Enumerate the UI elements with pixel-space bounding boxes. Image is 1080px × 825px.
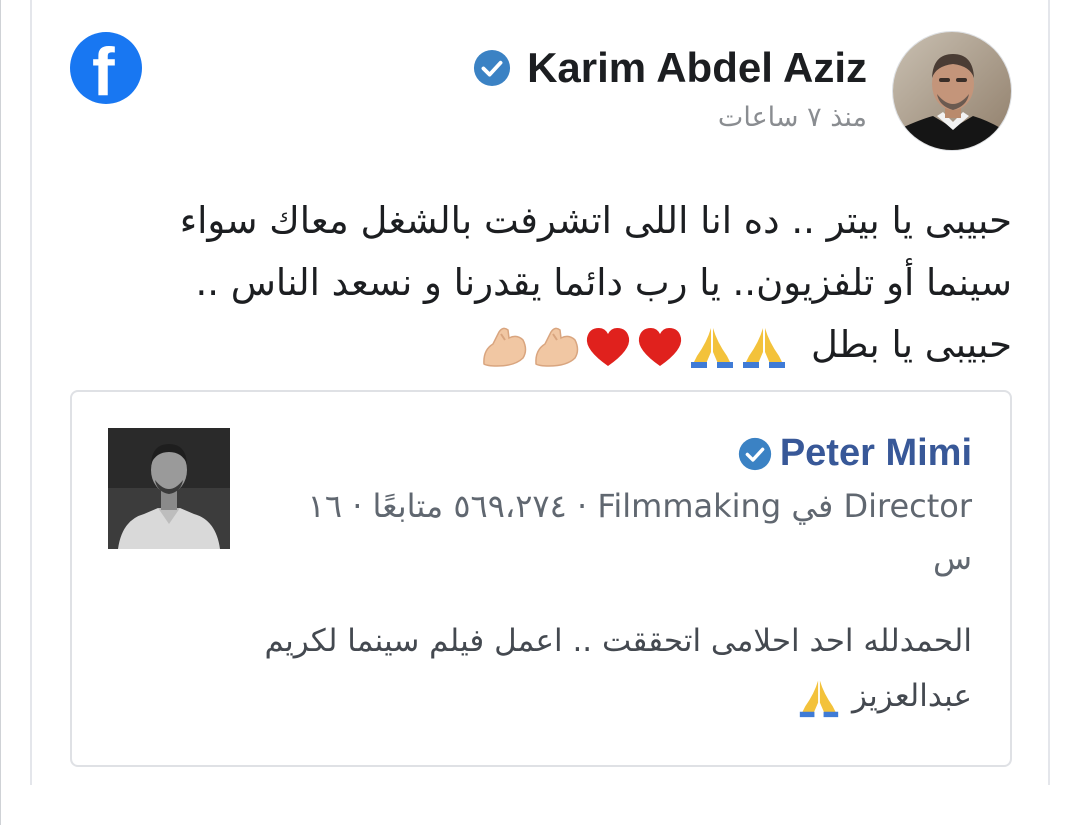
- shared-author-avatar[interactable]: [108, 428, 230, 549]
- post-line: سينما أو تلفزيون.. يا رب دائما يقدرنا و …: [195, 261, 1012, 304]
- facebook-logo-icon: f: [70, 32, 142, 104]
- author-header: Karim Abdel Aziz: [473, 40, 867, 96]
- red-heart-icon: [587, 327, 630, 366]
- shared-author-name[interactable]: Peter Mimi: [780, 432, 972, 475]
- verified-badge-icon: [474, 49, 511, 87]
- shared-post-body: الحمدلله احد احلامى اتحققت .. اعمل فيلم …: [192, 614, 972, 724]
- post-line-with-emojis: حبيبى يا بطل: [142, 314, 1012, 376]
- shared-meta-line: Director في Filmmaking · ٥٦٩،٢٧٤ متابعًا…: [307, 487, 972, 525]
- emoji-row: [479, 324, 789, 370]
- page-left-border: [0, 0, 1, 825]
- shared-meta-line: س: [932, 539, 972, 577]
- shared-author-header: Peter Mimi: [738, 432, 972, 475]
- shared-author-meta: Director في Filmmaking · ٥٦٩،٢٧٤ متابعًا…: [262, 480, 972, 584]
- shared-text-line: الحمدلله احد احلامى اتحققت .. اعمل فيلم …: [264, 623, 972, 659]
- post-line: حبيبى يا بيتر .. ده انا اللى اتشرفت بالش…: [179, 199, 1012, 242]
- post-timestamp[interactable]: منذ ٧ ساعات: [718, 102, 867, 133]
- folded-hands-icon: [691, 327, 734, 368]
- folded-hands-icon: [799, 680, 839, 717]
- flexed-biceps-icon: [483, 327, 527, 367]
- verified-badge-icon: [738, 437, 771, 470]
- flexed-biceps-icon: [535, 327, 579, 367]
- shared-text-line-with-emoji: عبدالعزيز: [192, 669, 972, 724]
- author-name[interactable]: Karim Abdel Aziz: [527, 44, 867, 92]
- folded-hands-icon: [743, 327, 786, 368]
- author-avatar[interactable]: [892, 31, 1012, 151]
- post-body: حبيبى يا بيتر .. ده انا اللى اتشرفت بالش…: [142, 190, 1012, 376]
- shared-text-line: عبدالعزيز: [852, 678, 972, 714]
- red-heart-icon: [639, 327, 682, 366]
- post-line: حبيبى يا بطل: [811, 323, 1012, 366]
